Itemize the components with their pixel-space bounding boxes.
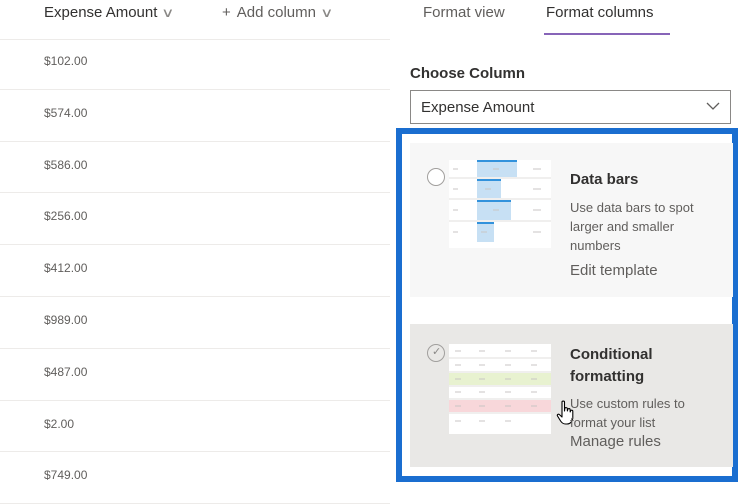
table-row[interactable]: $749.00 <box>0 452 390 504</box>
radio-icon[interactable] <box>427 168 445 186</box>
check-icon: ✓ <box>432 346 442 358</box>
table-row[interactable]: $487.00 <box>0 349 390 401</box>
amount-cell: $256.00 <box>44 209 88 224</box>
amount-cell: $749.00 <box>44 468 88 483</box>
format-options-highlight: Data bars Use data bars to spot larger a… <box>396 128 738 482</box>
amount-cell: $487.00 <box>44 364 88 379</box>
data-bars-option[interactable]: Data bars Use data bars to spot larger a… <box>410 143 733 297</box>
amount-cell: $574.00 <box>44 105 88 120</box>
list-rows: $102.00 $574.00 $586.00 $256.00 $412.00 … <box>0 38 390 504</box>
format-pane: Format view Format columns Choose Column… <box>390 0 747 488</box>
tab-format-view[interactable]: Format view <box>423 4 505 21</box>
data-bars-title: Data bars <box>570 171 639 188</box>
data-bars-preview <box>449 160 551 248</box>
amount-cell: $412.00 <box>44 261 88 276</box>
column-header-row: Expense Amount ∨ + Add column ∨ <box>0 0 390 40</box>
table-row[interactable]: $256.00 <box>0 193 390 246</box>
active-tab-indicator <box>544 33 670 35</box>
table-row[interactable]: $2.00 <box>0 401 390 453</box>
amount-cell: $989.00 <box>44 312 88 327</box>
conditional-formatting-title: Conditional formatting <box>570 346 653 385</box>
conditional-formatting-description: Use custom rules to format your list <box>570 396 685 430</box>
amount-cell: $586.00 <box>44 157 88 172</box>
manage-rules-link[interactable]: Manage rules <box>570 433 661 450</box>
choose-column-label: Choose Column <box>410 65 525 82</box>
choose-column-dropdown[interactable]: Expense Amount <box>410 90 731 124</box>
dropdown-value: Expense Amount <box>421 99 535 116</box>
radio-icon[interactable]: ✓ <box>427 344 445 362</box>
conditional-formatting-option[interactable]: ✓ Conditional formatting Use custom rule… <box>410 324 733 467</box>
edit-template-link[interactable]: Edit template <box>570 262 658 279</box>
data-bars-description: Use data bars to spot larger and smaller… <box>570 200 694 253</box>
table-row[interactable]: $412.00 <box>0 245 390 297</box>
amount-cell: $102.00 <box>44 54 88 68</box>
list-view: Expense Amount ∨ + Add column ∨ $102.00 … <box>0 0 390 504</box>
chevron-down-icon <box>706 102 720 110</box>
table-row[interactable]: $989.00 <box>0 297 390 349</box>
table-row[interactable]: $574.00 <box>0 90 390 142</box>
column-header-expense-amount[interactable]: Expense Amount ∨ <box>44 4 175 21</box>
add-column-label: Add column <box>236 4 316 21</box>
add-column-button[interactable]: + Add column ∨ <box>222 4 334 21</box>
plus-icon: + <box>222 4 231 21</box>
chevron-down-icon: ∨ <box>320 4 334 20</box>
column-header-label: Expense Amount <box>44 4 158 21</box>
table-row[interactable]: $102.00 <box>0 38 390 90</box>
amount-cell: $2.00 <box>44 416 75 431</box>
tab-format-columns[interactable]: Format columns <box>546 4 654 21</box>
chevron-down-icon: ∨ <box>161 4 175 20</box>
conditional-formatting-preview <box>449 344 551 434</box>
table-row[interactable]: $586.00 <box>0 142 390 194</box>
